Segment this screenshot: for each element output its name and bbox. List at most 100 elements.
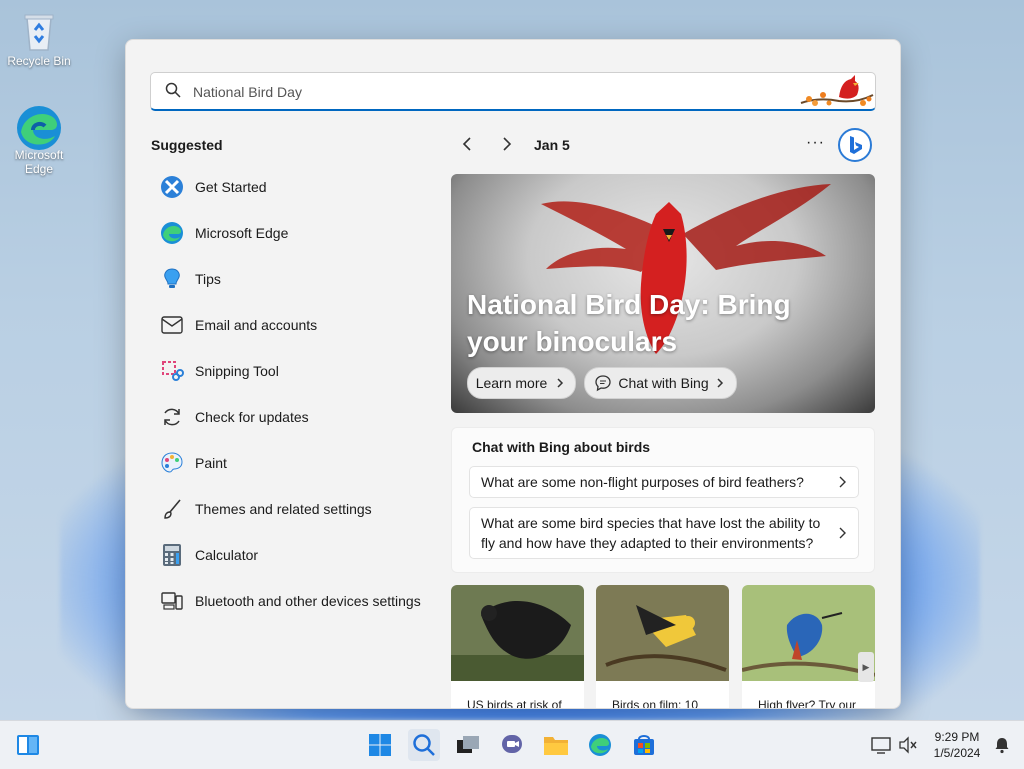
chat-with-bing-label: Chat with Bing [618, 375, 709, 391]
suggested-title: Suggested [151, 137, 223, 153]
suggested-item-label: Email and accounts [195, 317, 318, 333]
chat-question-text: What are some non-flight purposes of bir… [481, 474, 804, 490]
chat-icon [595, 375, 612, 392]
previous-button[interactable] [460, 134, 480, 156]
suggested-item-label: Snipping Tool [195, 363, 279, 379]
chevron-right-icon [717, 378, 723, 388]
suggested-item-snipping-tool[interactable]: Snipping Tool [151, 348, 441, 394]
hero-card[interactable]: National Bird Day: Bring your binoculars… [451, 174, 875, 413]
suggested-item-calculator[interactable]: Calculator [151, 532, 441, 578]
search-button[interactable] [408, 729, 440, 761]
widgets-icon [17, 735, 39, 755]
news-card-caption: US birds at risk of [467, 698, 562, 708]
more-options-button[interactable]: ··· [806, 134, 825, 152]
desktop-icon-label: Microsoft Edge [14, 148, 64, 176]
search-box[interactable] [150, 72, 876, 111]
notifications-button[interactable] [988, 729, 1016, 761]
volume-button[interactable] [894, 729, 922, 761]
bing-button[interactable] [838, 128, 872, 162]
scroll-right-button[interactable]: ▶ [858, 652, 874, 682]
suggested-item-microsoft-edge[interactable]: Microsoft Edge [151, 210, 441, 256]
chat-question-2[interactable]: What are some bird species that have los… [469, 507, 859, 559]
suggested-list: Get Started Microsoft Edge Tips Email an… [151, 164, 441, 624]
suggested-item-label: Get Started [195, 179, 267, 195]
clock-date: 1/5/2024 [933, 746, 981, 760]
chevron-right-icon [839, 476, 846, 488]
chat-question-1[interactable]: What are some non-flight purposes of bir… [469, 466, 859, 498]
task-view-button[interactable] [452, 729, 484, 761]
get-started-icon [159, 174, 185, 200]
chat-card-title: Chat with Bing about birds [472, 439, 651, 455]
suggested-item-label: Microsoft Edge [195, 225, 289, 241]
news-card-1[interactable]: US birds at risk of [451, 585, 584, 708]
task-view-icon [457, 736, 479, 753]
recycle-bin-icon [19, 10, 59, 51]
taskbar: 9:29 PM 1/5/2024 [0, 720, 1024, 769]
edge-taskbar-button[interactable] [584, 729, 616, 761]
folder-icon [544, 737, 568, 755]
learn-more-button[interactable]: Learn more [467, 367, 576, 399]
clock[interactable]: 9:29 PM 1/5/2024 [924, 729, 990, 761]
network-icon [871, 737, 891, 754]
chevron-right-icon [557, 378, 564, 388]
suggested-item-label: Paint [195, 455, 227, 471]
chevron-right-icon [503, 137, 512, 151]
search-icon [413, 734, 435, 756]
widgets-button[interactable] [12, 729, 44, 761]
brush-icon [159, 496, 185, 522]
tips-icon [159, 266, 185, 292]
highlight-date: Jan 5 [534, 137, 570, 153]
search-input[interactable] [191, 79, 755, 105]
chevron-left-icon [462, 137, 471, 151]
suggested-item-label: Tips [195, 271, 221, 287]
edge-icon [159, 220, 185, 246]
devices-icon [159, 588, 185, 614]
learn-more-label: Learn more [475, 375, 548, 391]
desktop-icon-edge[interactable]: Microsoft Edge [3, 104, 75, 176]
suggested-item-email-and-accounts[interactable]: Email and accounts [151, 302, 441, 348]
chat-question-text: What are some bird species that have los… [481, 515, 821, 551]
cardinal-branch-icon [799, 73, 875, 114]
windows-icon [369, 734, 391, 756]
next-button[interactable] [500, 134, 520, 156]
refresh-icon [159, 404, 185, 430]
file-explorer-button[interactable] [540, 729, 572, 761]
network-button[interactable] [866, 729, 896, 761]
suggested-item-tips[interactable]: Tips [151, 256, 441, 302]
chat-card: Chat with Bing about birds What are some… [451, 427, 875, 573]
calculator-icon [159, 542, 185, 568]
news-card-3[interactable]: High flyer? Try our [742, 585, 875, 708]
suggested-item-label: Calculator [195, 547, 259, 563]
hero-title: National Bird Day: Bring your binoculars [467, 289, 791, 357]
suggested-item-check-for-updates[interactable]: Check for updates [151, 394, 441, 440]
bird-photo [451, 585, 584, 681]
suggested-item-bluetooth[interactable]: Bluetooth and other devices settings [151, 578, 441, 624]
start-button[interactable] [364, 729, 396, 761]
desktop-icon-recycle-bin[interactable]: Recycle Bin [3, 10, 75, 68]
suggested-item-paint[interactable]: Paint [151, 440, 441, 486]
snipping-tool-icon [159, 358, 185, 384]
clock-time: 9:29 PM [934, 730, 980, 744]
store-button[interactable] [628, 729, 660, 761]
edge-icon [17, 104, 61, 150]
chat-with-bing-button[interactable]: Chat with Bing [584, 367, 737, 399]
search-panel: Suggested Get Started Microsoft Edge Tip… [125, 39, 901, 709]
edge-icon [589, 734, 611, 756]
bird-photo [596, 585, 729, 681]
search-icon [165, 82, 181, 103]
news-card-caption: Birds on film: 10 [612, 698, 699, 708]
news-card-caption: High flyer? Try our [758, 698, 857, 708]
notification-icon [995, 738, 1009, 754]
teams-chat-button[interactable] [496, 729, 528, 761]
store-icon [634, 735, 654, 755]
bird-photo [742, 585, 875, 681]
desktop-icon-label: Recycle Bin [7, 54, 71, 68]
chevron-right-icon [839, 527, 846, 539]
suggested-item-themes[interactable]: Themes and related settings [151, 486, 441, 532]
suggested-item-get-started[interactable]: Get Started [151, 164, 441, 210]
mail-icon [159, 312, 185, 338]
suggested-item-label: Themes and related settings [195, 501, 372, 517]
news-card-2[interactable]: Birds on film: 10 [596, 585, 729, 708]
teams-chat-icon [502, 735, 522, 753]
volume-muted-icon [899, 736, 917, 754]
